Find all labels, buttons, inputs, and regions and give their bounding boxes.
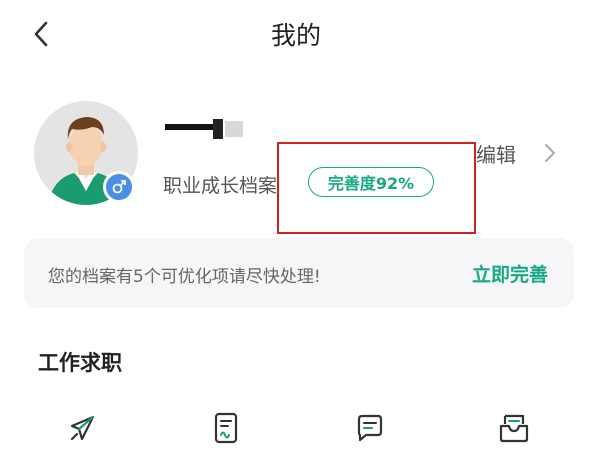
resume-document-icon: [214, 412, 238, 444]
paper-plane-icon: [70, 415, 95, 441]
highlight-annotation: [277, 142, 476, 234]
career-profile-label: 职业成长档案: [163, 175, 278, 197]
job-icon-row: [0, 408, 592, 456]
gender-badge: [103, 171, 135, 203]
inbox-icon: [499, 414, 529, 443]
message-icon: [357, 414, 383, 442]
inbox-button[interactable]: [494, 408, 534, 448]
resume-button[interactable]: [206, 408, 246, 448]
username-redacted: [165, 117, 255, 139]
improve-now-button[interactable]: 立即完善: [472, 260, 548, 287]
chevron-right-icon[interactable]: [543, 142, 557, 164]
male-icon: [112, 180, 126, 194]
profile-card[interactable]: 职业成长档案 完善度92% 编辑: [0, 95, 592, 234]
applications-button[interactable]: [62, 408, 102, 448]
page-title: 我的: [270, 21, 321, 50]
section-title: 工作求职: [38, 351, 122, 375]
profile-notice: 您的档案有5个可优化项请尽快处理! 立即完善: [24, 238, 574, 308]
top-bar: 我的: [0, 0, 592, 68]
notice-text: 您的档案有5个可优化项请尽快处理!: [48, 267, 321, 287]
edit-link[interactable]: 编辑: [476, 139, 516, 168]
messages-button[interactable]: [350, 408, 390, 448]
